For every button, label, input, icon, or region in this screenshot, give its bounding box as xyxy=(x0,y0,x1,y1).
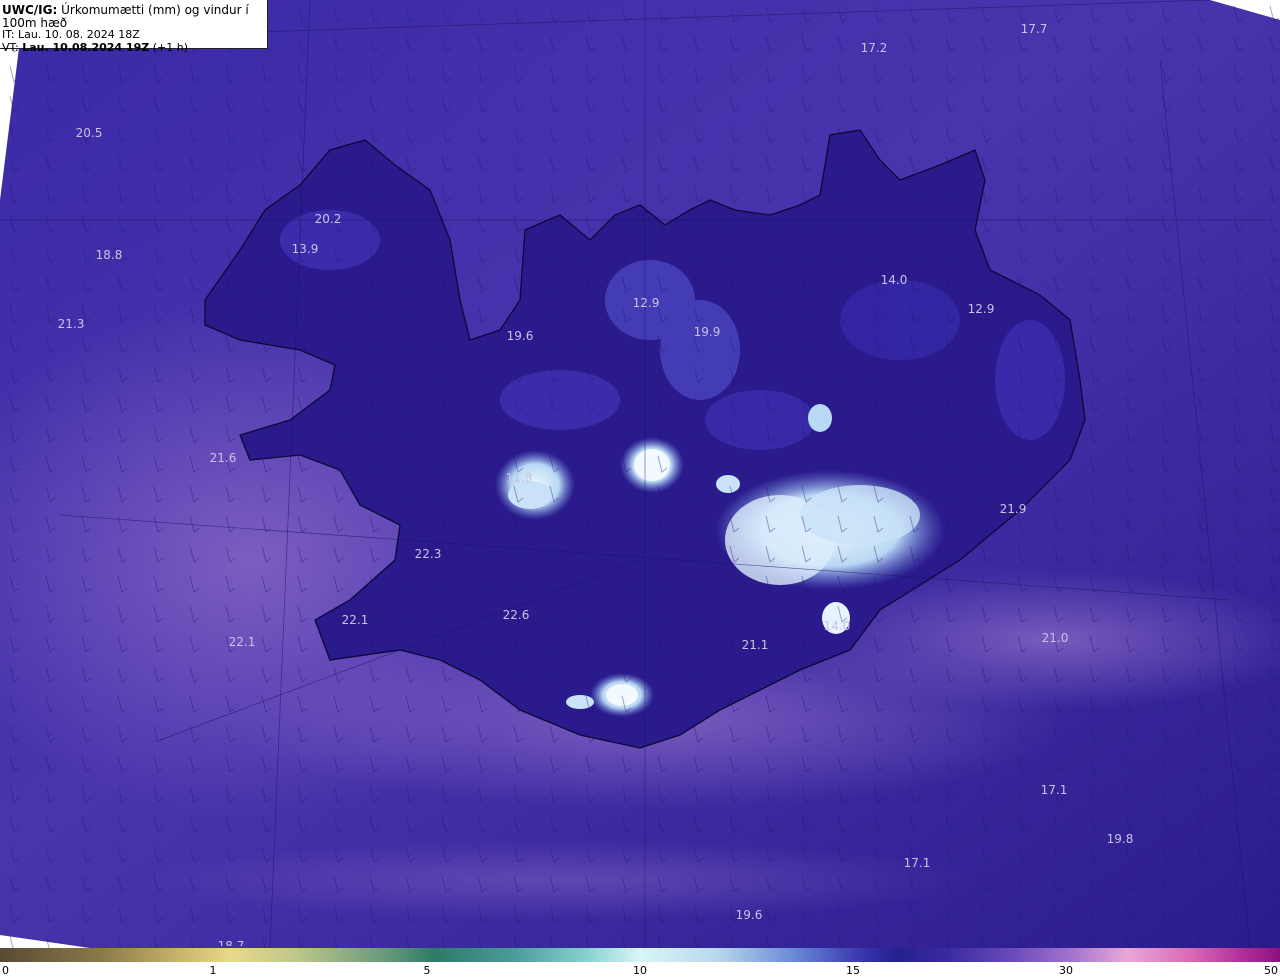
colorbar-tick: 30 xyxy=(1059,964,1073,977)
temp-label: 17.7 xyxy=(1020,22,1048,36)
valid-prefix: VT: xyxy=(2,40,19,54)
temp-label: 22.6 xyxy=(502,608,530,622)
map-info-box: UWC/IG: Úrkomumætti (mm) og vindur í 100… xyxy=(0,0,268,53)
temp-label: 17.2 xyxy=(860,41,888,55)
colorbar-tick: 5 xyxy=(423,964,431,977)
wind-barbs xyxy=(0,0,1280,948)
temp-label: 14.0 xyxy=(823,619,851,633)
temp-label: 20.2 xyxy=(314,212,342,226)
temp-label: 22.1 xyxy=(228,635,256,649)
temp-label: 13.9 xyxy=(291,242,319,256)
temp-label: 21.6 xyxy=(209,451,237,465)
temp-label: 11.8 xyxy=(505,471,533,485)
temp-label: 19.6 xyxy=(735,908,763,922)
colorbar-tick: 50 xyxy=(1264,964,1278,977)
temp-label: 22.1 xyxy=(341,613,369,627)
temp-label: 21.9 xyxy=(999,502,1027,516)
temp-label: 21.3 xyxy=(57,317,85,331)
valid-time: Lau. 10.08.2024 19Z xyxy=(22,40,150,54)
temp-label: 21.0 xyxy=(1041,631,1069,645)
valid-offset: (+1 h) xyxy=(152,40,189,54)
temp-label: 12.9 xyxy=(632,296,660,310)
temp-label: 17.1 xyxy=(1040,783,1068,797)
map-canvas xyxy=(0,0,1280,948)
temp-label: 14.0 xyxy=(880,273,908,287)
colorbar-tick: 1 xyxy=(209,964,217,977)
colorbar: 0 1 5 10 15 30 50 xyxy=(0,948,1280,978)
temp-label: 19.8 xyxy=(1106,832,1134,846)
colorbar-strip xyxy=(0,948,1280,962)
temp-label: 19.9 xyxy=(693,325,721,339)
temp-label: 17.1 xyxy=(903,856,931,870)
colorbar-tick: 0 xyxy=(2,964,9,977)
temp-label: 19.6 xyxy=(506,329,534,343)
precipitation-map[interactable]: 17.7 17.2 20.5 20.2 13.9 18.8 21.3 14.0 … xyxy=(0,0,1280,948)
colorbar-tick: 10 xyxy=(633,964,647,977)
temp-label: 22.3 xyxy=(414,547,442,561)
temp-label: 18.8 xyxy=(95,248,123,262)
colorbar-tick: 15 xyxy=(846,964,860,977)
temp-label: 20.5 xyxy=(75,126,103,140)
temp-label: 12.9 xyxy=(967,302,995,316)
temp-label: 21.1 xyxy=(741,638,769,652)
